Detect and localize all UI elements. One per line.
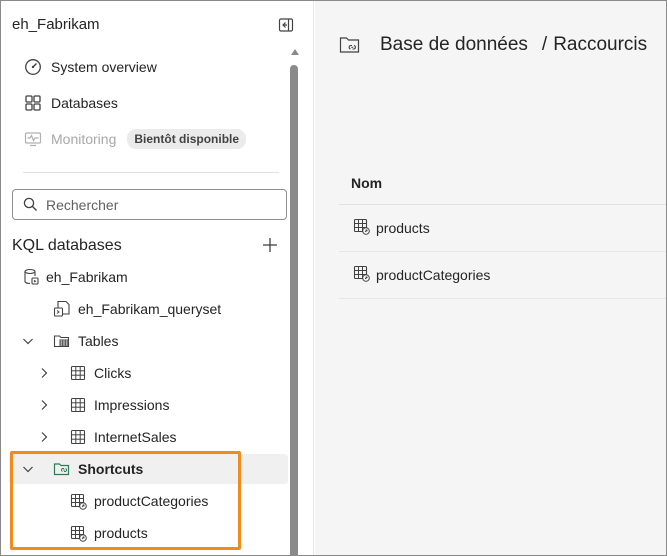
tree-label: productCategories	[94, 493, 209, 509]
tree-item-table[interactable]: InternetSales	[1, 422, 288, 452]
table-icon	[69, 428, 87, 446]
search-input[interactable]	[46, 196, 266, 213]
breadcrumb-current: Raccourcis	[553, 34, 648, 55]
tree-label: eh_Fabrikam_queryset	[78, 301, 222, 317]
search-icon	[23, 197, 37, 211]
nav-monitoring: Monitoring Bientôt disponible	[23, 126, 247, 152]
search-box[interactable]	[12, 189, 287, 220]
sidebar-scrollbar[interactable]	[288, 45, 302, 555]
nav-label: System overview	[51, 59, 157, 75]
tree-item-tables[interactable]: Tables	[1, 326, 288, 356]
table-icon	[69, 364, 87, 382]
app-window: eh_Fabrikam System overview Databases Mo…	[0, 0, 667, 556]
shortcuts-table: Nom products productCategories	[339, 161, 666, 299]
nav-label: Monitoring	[51, 131, 117, 147]
tree-label: Shortcuts	[78, 461, 144, 477]
workspace-title: eh_Fabrikam	[12, 16, 100, 33]
tree-label: eh_Fabrikam	[46, 269, 128, 285]
chevron-down-icon[interactable]	[21, 462, 35, 476]
shortcut-folder-icon	[339, 33, 363, 57]
pulse-icon	[23, 130, 42, 149]
row-label: productCategories	[376, 267, 491, 283]
tree-item-shortcut[interactable]: productCategories	[1, 486, 288, 516]
nav-databases[interactable]: Databases	[23, 90, 118, 116]
scroll-thumb[interactable]	[290, 65, 298, 555]
collapse-sidebar-button[interactable]	[277, 16, 295, 34]
shortcut-table-icon	[69, 524, 87, 542]
nav-label: Databases	[51, 95, 118, 111]
column-header-name[interactable]: Nom	[339, 161, 666, 205]
chevron-down-icon[interactable]	[21, 334, 35, 348]
plus-icon	[263, 238, 277, 252]
add-database-button[interactable]	[261, 236, 279, 254]
tree-item-table[interactable]: Clicks	[1, 358, 288, 388]
tree-label: Tables	[78, 333, 119, 349]
tree-item-database[interactable]: eh_Fabrikam	[1, 262, 288, 292]
sidebar: eh_Fabrikam System overview Databases Mo…	[1, 1, 314, 555]
scroll-up-arrow-icon[interactable]	[291, 49, 299, 55]
nav-system-overview[interactable]: System overview	[23, 54, 157, 80]
tree-label: products	[94, 525, 148, 541]
row-label: products	[376, 220, 430, 236]
tree-label: Impressions	[94, 397, 170, 413]
coming-soon-badge: Bientôt disponible	[127, 129, 247, 149]
collapse-panel-icon	[278, 18, 294, 32]
table-row[interactable]: productCategories	[339, 252, 666, 299]
tree-item-queryset[interactable]: eh_Fabrikam_queryset	[1, 294, 288, 324]
tree-item-shortcuts[interactable]: Shortcuts	[9, 454, 288, 484]
tables-folder-icon	[53, 332, 71, 350]
table-row[interactable]: products	[339, 205, 666, 252]
tree-item-table[interactable]: Impressions	[1, 390, 288, 420]
queryset-icon	[53, 300, 71, 318]
shortcut-table-icon	[353, 265, 370, 285]
breadcrumb: Base de données / Raccourcis	[339, 33, 647, 57]
gauge-icon	[23, 58, 42, 77]
shortcut-folder-icon	[53, 460, 71, 478]
chevron-right-icon[interactable]	[37, 398, 51, 412]
database-icon	[22, 268, 40, 286]
divider	[23, 172, 279, 173]
shortcut-table-icon	[69, 492, 87, 510]
tree-label: Clicks	[94, 365, 132, 381]
chevron-right-icon[interactable]	[37, 366, 51, 380]
breadcrumb-separator: /	[541, 34, 548, 55]
chevron-right-icon[interactable]	[37, 430, 51, 444]
tree-item-shortcut[interactable]: products	[1, 518, 288, 548]
table-icon	[69, 396, 87, 414]
tree-label: InternetSales	[94, 429, 177, 445]
section-title: KQL databases	[12, 237, 122, 254]
main-content: Base de données / Raccourcis Nom product…	[315, 1, 666, 555]
shortcut-table-icon	[353, 218, 370, 238]
grid-icon	[23, 94, 42, 113]
breadcrumb-database[interactable]: Base de données	[380, 34, 528, 56]
